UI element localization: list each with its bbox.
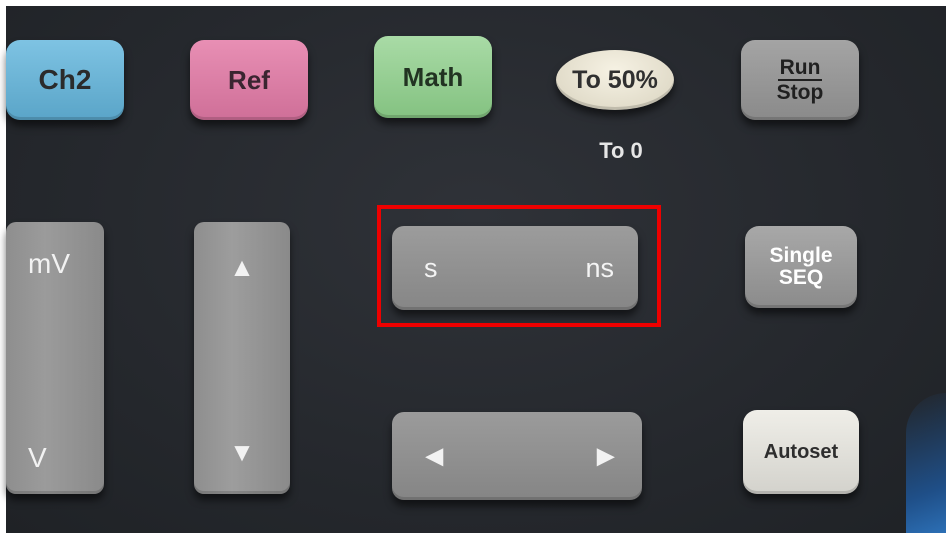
to-50-percent-label: To 50% (572, 65, 658, 94)
position-updown-rocker[interactable]: ▲ ▼ (194, 222, 290, 494)
to-50-percent-button[interactable]: To 50% (556, 50, 674, 110)
ref-label: Ref (228, 64, 270, 95)
position-leftright-rocker[interactable]: ◀ ▶ (392, 412, 642, 500)
millivolt-label: mV (28, 248, 70, 279)
triangle-up-icon: ▲ (229, 252, 255, 282)
stop-label: Stop (776, 81, 824, 104)
autoset-label: Autoset (763, 440, 839, 463)
autoset-button[interactable]: Autoset (743, 410, 859, 494)
highlight-box (377, 205, 661, 327)
math-label: Math (402, 61, 464, 92)
run-stop-button[interactable]: Run Stop (741, 40, 859, 120)
seq-label: SEQ (778, 266, 824, 289)
ch2-button[interactable]: Ch2 (6, 40, 124, 120)
panel-edge (906, 393, 946, 533)
triangle-down-icon: ▼ (229, 437, 255, 467)
to-0-label: To 0 (599, 138, 643, 163)
volts-scale-rocker[interactable]: mV V (6, 222, 104, 494)
run-label: Run (777, 56, 823, 81)
triangle-right-icon: ▶ (597, 443, 614, 468)
ch2-label: Ch2 (38, 64, 92, 95)
math-button[interactable]: Math (374, 36, 492, 118)
triangle-left-icon: ◀ (426, 443, 443, 468)
single-label: Single (769, 243, 833, 267)
ref-button[interactable]: Ref (190, 40, 308, 120)
single-seq-button[interactable]: Single SEQ (745, 226, 857, 308)
volt-label: V (28, 442, 47, 473)
